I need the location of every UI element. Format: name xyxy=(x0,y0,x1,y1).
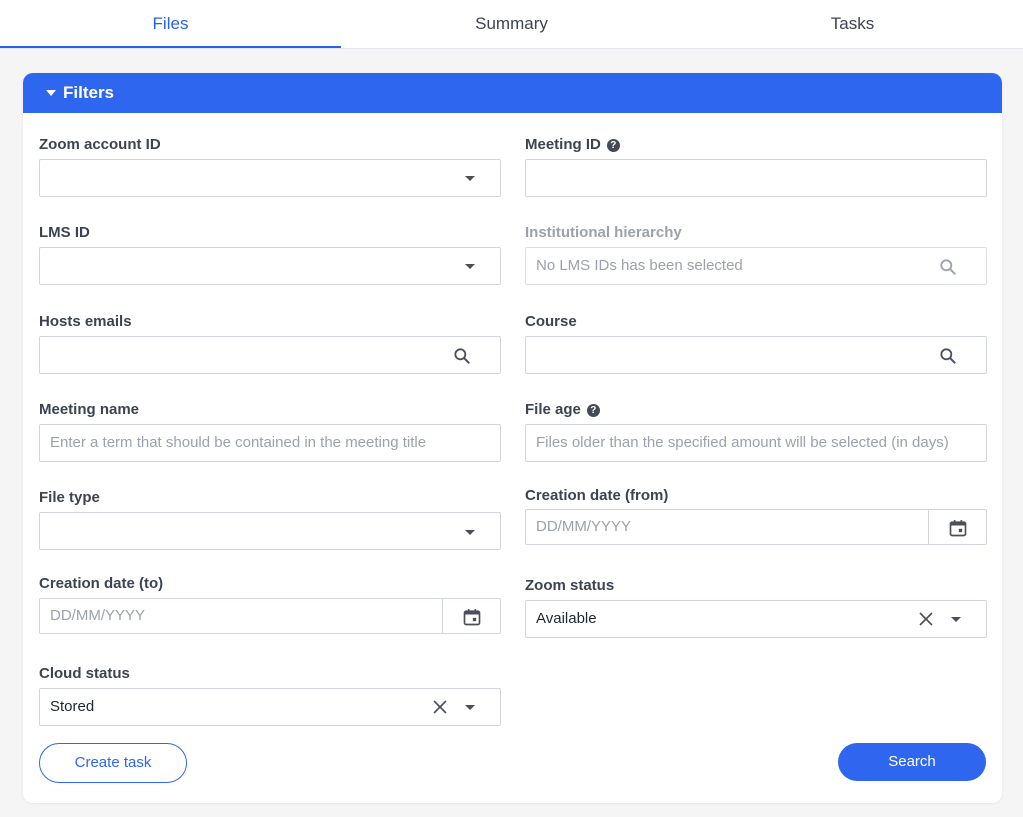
filters-title: Filters xyxy=(63,83,115,102)
institutional-hierarchy-placeholder: No LMS IDs has been selected xyxy=(536,257,743,274)
search-icon[interactable] xyxy=(938,257,958,277)
chevron-down-icon[interactable] xyxy=(465,530,475,535)
help-icon[interactable]: ? xyxy=(586,404,600,417)
zoom-status-select[interactable]: Available xyxy=(525,600,987,638)
chevron-down-icon[interactable] xyxy=(465,705,475,710)
meeting-id-input[interactable] xyxy=(525,159,987,197)
institutional-hierarchy-input[interactable]: No LMS IDs has been selected xyxy=(525,247,987,285)
meeting-name-placeholder: Enter a term that should be contained in… xyxy=(50,434,427,451)
chevron-down-icon[interactable] xyxy=(465,176,475,181)
meeting-name-input[interactable]: Enter a term that should be contained in… xyxy=(39,424,501,462)
file-age-label-text: File age xyxy=(525,401,581,418)
calendar-icon xyxy=(949,520,967,537)
create-task-button[interactable]: Create task xyxy=(39,743,187,783)
close-icon[interactable] xyxy=(432,699,448,715)
creation-date-from-input[interactable]: DD/MM/YYYY xyxy=(525,509,987,545)
tab-summary[interactable]: Summary xyxy=(341,0,682,48)
close-icon[interactable] xyxy=(918,611,934,627)
tab-bar: Files Summary Tasks xyxy=(0,0,1023,49)
caret-down-icon xyxy=(46,90,56,96)
chevron-down-icon[interactable] xyxy=(465,264,475,269)
zoom-status-label: Zoom status xyxy=(525,577,615,594)
file-type-label: File type xyxy=(39,489,100,506)
institutional-hierarchy-label: Institutional hierarchy xyxy=(525,224,682,241)
lms-id-label: LMS ID xyxy=(39,224,90,241)
zoom-account-id-select[interactable] xyxy=(39,159,501,197)
lms-id-select[interactable] xyxy=(39,247,501,285)
creation-date-to-placeholder: DD/MM/YYYY xyxy=(50,607,146,624)
tab-files[interactable]: Files xyxy=(0,0,341,48)
filters-header[interactable]: Filters xyxy=(23,73,1002,113)
meeting-name-label: Meeting name xyxy=(39,401,140,418)
search-button[interactable]: Search xyxy=(838,743,986,781)
course-input[interactable] xyxy=(525,336,987,374)
cloud-status-value: Stored xyxy=(50,698,95,715)
cloud-status-select[interactable]: Stored xyxy=(39,688,501,726)
creation-date-to-picker[interactable] xyxy=(442,599,500,633)
file-age-label: File age? xyxy=(525,401,600,418)
creation-date-to-label: Creation date (to) xyxy=(39,575,164,592)
creation-date-to-input[interactable]: DD/MM/YYYY xyxy=(39,598,501,634)
search-icon[interactable] xyxy=(938,346,958,366)
zoom-account-id-label: Zoom account ID xyxy=(39,136,161,153)
course-label: Course xyxy=(525,313,577,330)
creation-date-from-placeholder: DD/MM/YYYY xyxy=(536,518,632,535)
hosts-emails-label: Hosts emails xyxy=(39,313,132,330)
chevron-down-icon[interactable] xyxy=(951,617,961,622)
creation-date-from-picker[interactable] xyxy=(928,510,986,544)
calendar-icon xyxy=(463,609,481,626)
file-age-placeholder: Files older than the specified amount wi… xyxy=(536,434,949,451)
cloud-status-label: Cloud status xyxy=(39,665,130,682)
meeting-id-label-text: Meeting ID xyxy=(525,136,601,153)
file-age-input[interactable]: Files older than the specified amount wi… xyxy=(525,424,987,462)
help-icon[interactable]: ? xyxy=(606,139,620,152)
tab-tasks[interactable]: Tasks xyxy=(682,0,1023,48)
meeting-id-label: Meeting ID? xyxy=(525,136,620,153)
filters-panel: Filters Zoom account ID Meeting ID? LMS … xyxy=(23,73,1002,803)
search-icon[interactable] xyxy=(452,346,472,366)
zoom-status-value: Available xyxy=(536,610,597,627)
hosts-emails-input[interactable] xyxy=(39,336,501,374)
file-type-select[interactable] xyxy=(39,512,501,550)
creation-date-from-label: Creation date (from) xyxy=(525,487,669,504)
